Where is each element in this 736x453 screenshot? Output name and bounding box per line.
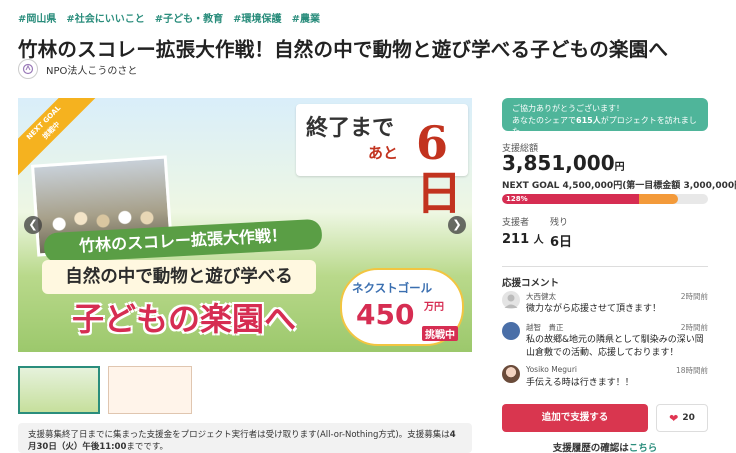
- carousel-next-icon[interactable]: ❯: [448, 216, 466, 234]
- thanks-count: 615人: [576, 115, 601, 125]
- default-user-icon: [504, 294, 518, 308]
- tag-item[interactable]: #環境保護: [233, 10, 281, 25]
- project-title: 竹林のスコレー拡張大作戦！自然の中で動物と遊び学べる子どもの楽園へ: [18, 38, 669, 61]
- countdown-card: 終了まで あと 6日: [296, 104, 468, 218]
- amount-unit: 円: [614, 162, 625, 173]
- comments-title: 応援コメント: [502, 278, 560, 289]
- amount-total: 3,851,000円: [502, 151, 625, 175]
- comment-author[interactable]: 越智 貴正: [526, 322, 564, 333]
- share-thanks-banner: ご協力ありがとうございます！ あなたのシェアで615人がプロジェクトを訪れました…: [502, 98, 708, 136]
- stork-logo-icon: [22, 63, 34, 75]
- thanks-line1: ご協力ありがとうございます！: [512, 104, 624, 113]
- notice-text-before: 支援募集終了日までに集まった支援金をプロジェクト実行者は受け取ります(All-o…: [28, 430, 450, 440]
- supporters-label: 支援者: [502, 218, 530, 228]
- goal-badge: 挑戦中: [422, 326, 458, 341]
- organization[interactable]: NPO法人こうのさと: [18, 59, 137, 79]
- next-goal-badge: ネクストゴール 450 万円 挑戦中: [340, 268, 464, 346]
- amount-value: 3,851,000: [502, 151, 615, 175]
- goal-unit: 万円: [424, 302, 444, 313]
- history-link[interactable]: こちら: [629, 443, 658, 453]
- like-button[interactable]: ❤ 20: [656, 404, 708, 432]
- comment-time: 2時間前: [680, 292, 708, 301]
- comment-author[interactable]: Yosiko Meguri: [526, 365, 577, 374]
- tag-item[interactable]: #岡山県: [18, 10, 56, 25]
- user-avatar: [502, 322, 520, 340]
- comment-time: 2時間前: [680, 323, 708, 332]
- remaining-value: 6日: [550, 235, 573, 250]
- hero-banner-middle: 自然の中で動物と遊び学べる: [42, 260, 316, 294]
- next-goal-text: NEXT GOAL 4,500,000円(第一目標金額 3,000,000円): [502, 181, 736, 191]
- progress-bar: 128%: [502, 194, 708, 204]
- support-history: 支援履歴の確認はこちら: [502, 440, 708, 453]
- hero-image: NEXT GOAL 挑戦中 終了まで あと 6日 竹林のスコレー拡張大作戦！ 自…: [18, 98, 472, 352]
- thumbnail-strip: [18, 366, 192, 414]
- thanks-line2-before: あなたのシェアで: [512, 115, 576, 125]
- tag-item[interactable]: #社会にいいこと: [66, 10, 144, 25]
- tag-list: #岡山県 #社会にいいこと #子ども・教育 #環境保護 #農業: [18, 10, 320, 25]
- carousel-prev-icon[interactable]: ❮: [24, 216, 42, 234]
- countdown-days: 6日: [416, 116, 462, 220]
- supporters-value: 211: [502, 232, 530, 247]
- supporters-stat: 支援者 211 人: [502, 215, 544, 247]
- countdown-ato: あと: [368, 144, 399, 162]
- progress-fill-next: [639, 194, 679, 204]
- history-text: 支援履歴の確認は: [552, 443, 629, 453]
- support-button[interactable]: 追加で支援する: [502, 404, 648, 432]
- ribbon-text: NEXT GOAL 挑戦中: [25, 104, 63, 142]
- countdown-prefix: 終了まで: [306, 115, 395, 141]
- tag-item[interactable]: #子ども・教育: [155, 10, 223, 25]
- thumbnail-2[interactable]: [108, 366, 192, 414]
- thanks-line2: あなたのシェアで615人がプロジェクトを訪れました。: [512, 115, 698, 138]
- comment-text: 微力ながら応援させて頂きます！: [526, 304, 662, 314]
- user-avatar: [502, 365, 520, 383]
- supporters-value-wrap: 211 人: [502, 231, 544, 247]
- comment-text: 手伝える時は行きます！！: [526, 378, 634, 388]
- heart-icon: ❤: [669, 411, 679, 425]
- project-sidebar: ご協力ありがとうございます！ あなたのシェアで615人がプロジェクトを訪れました…: [502, 98, 736, 453]
- funding-notice: 支援募集終了日までに集まった支援金をプロジェクト実行者は受け取ります(All-o…: [18, 423, 472, 453]
- progress-percent: 128%: [506, 195, 528, 203]
- comment-text: 私の故郷&地元の隣県として馴染みの深い岡山倉敷での活動、応援しております！: [526, 335, 704, 358]
- remaining-label: 残り: [550, 218, 569, 228]
- remaining-stat: 残り 6日: [550, 215, 572, 250]
- like-count: 20: [682, 413, 695, 423]
- hero-banner-bottom: 子どもの楽園へ: [71, 300, 296, 338]
- tag-item[interactable]: #農業: [292, 10, 320, 25]
- comment-author[interactable]: 大西健太: [526, 291, 556, 302]
- notice-text-after: までです。: [126, 442, 169, 452]
- comment-time: 18時間前: [675, 366, 708, 375]
- user-avatar-icon: [502, 291, 520, 309]
- organization-avatar[interactable]: [18, 59, 38, 79]
- goal-amount: 450: [356, 298, 415, 331]
- supporters-unit: 人: [533, 235, 544, 246]
- thumbnail-1[interactable]: [18, 366, 100, 414]
- goal-label: ネクストゴール: [352, 281, 433, 295]
- organization-name[interactable]: NPO法人こうのさと: [46, 62, 137, 77]
- divider: [502, 266, 708, 267]
